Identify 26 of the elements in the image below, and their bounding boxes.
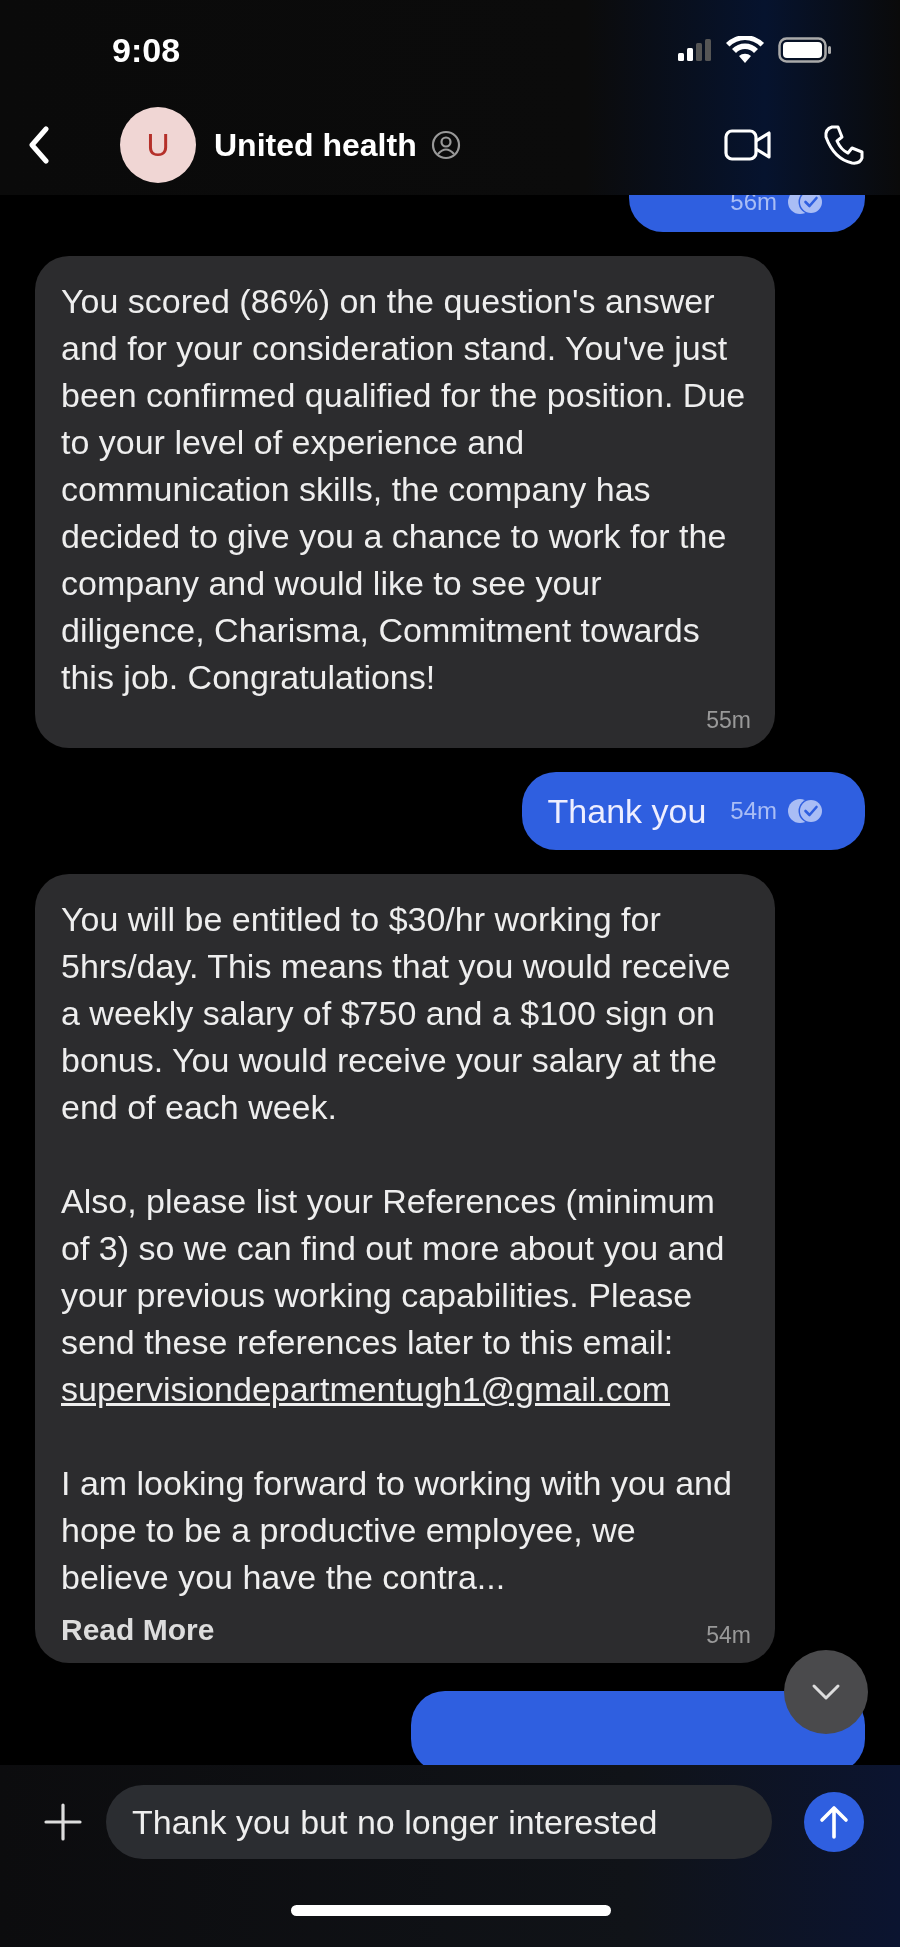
email-link[interactable]: supervisiondepartmentugh1@gmail.com [61, 1366, 751, 1413]
message-text: You will be entitled to $30/hr working for 5hrs/day. This means that you would receive a weekly salary of $750 and a $100 sign on bonus. You would receive your salary at the end of each week. [61, 900, 731, 1126]
signal-icon [678, 39, 712, 61]
status-time: 9:08 [112, 30, 181, 70]
message-time: 55m [706, 707, 751, 734]
wifi-icon [726, 36, 764, 64]
person-icon [430, 130, 461, 160]
message-input-field[interactable]: Thank you but no longer interested [106, 1785, 772, 1859]
arrow-up-icon [819, 1805, 849, 1839]
message-time: 54m [730, 797, 777, 825]
phone-icon[interactable] [822, 123, 866, 167]
message-text: You scored (86%) on the question's answer and for your consideration stand. You've just been confirmed qualified for the position. Due to your level of experience and communication skills, the company has decided to give you a chance to work for the company and would like to see your diligence, Charisma, Commitment towards this job. Congratulations! [61, 282, 746, 696]
message-text: Also, please list your References (minimum of 3) so we can find out more about you and your previous working capabilities. Please send these references later to this email: [61, 1182, 725, 1361]
back-icon[interactable] [28, 126, 50, 164]
message-time: 54m [706, 1622, 751, 1649]
message-text: Thank you [547, 791, 707, 831]
read-receipt-icon [787, 797, 825, 825]
chevron-down-icon [811, 1683, 841, 1701]
avatar[interactable]: U [120, 107, 196, 183]
plus-icon[interactable] [44, 1803, 82, 1841]
read-more-link[interactable]: Read More [61, 1613, 215, 1647]
video-call-icon[interactable] [724, 128, 772, 162]
contact-name[interactable]: United health [214, 126, 417, 164]
send-button[interactable] [804, 1792, 864, 1852]
battery-icon [778, 37, 832, 63]
message-text: I am looking forward to working with you and hope to be a productive employee, we believe you have the contra... [61, 1464, 732, 1596]
